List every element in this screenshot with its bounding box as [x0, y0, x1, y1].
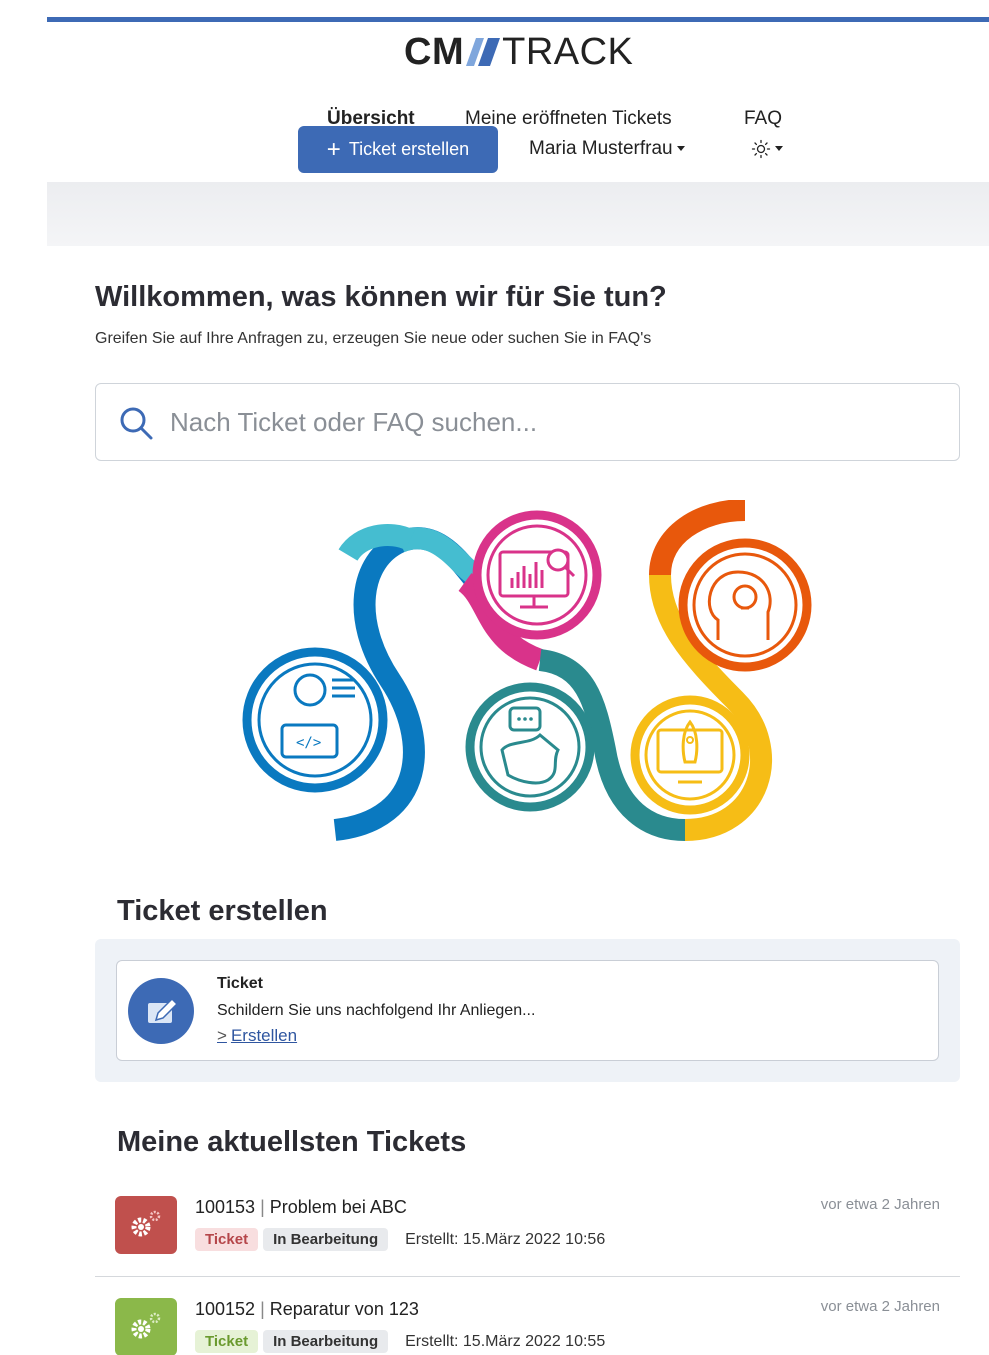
- logo-track: TRACK: [502, 30, 634, 73]
- separator: |: [260, 1197, 265, 1217]
- ticket-meta: Ticket In Bearbeitung Erstellt: 15.März …: [195, 1330, 605, 1353]
- create-card-title: Ticket: [217, 975, 263, 992]
- ticket-id: 100153: [195, 1197, 256, 1217]
- create-ticket-button-label: Ticket erstellen: [348, 139, 470, 159]
- plus-icon: +: [326, 135, 341, 163]
- caret-down-icon: [676, 146, 685, 152]
- user-name: Maria Musterfrau: [529, 138, 673, 159]
- search-input[interactable]: [170, 402, 930, 442]
- logo-slash-icon: [466, 38, 501, 66]
- ticket-title[interactable]: 100152 | Reparatur von 123: [195, 1299, 419, 1320]
- welcome-subtitle: Greifen Sie auf Ihre Anfragen zu, erzeug…: [95, 330, 652, 347]
- ticket-subject: Problem bei ABC: [269, 1197, 407, 1217]
- ticket-created: Erstellt: 15.März 2022 10:56: [405, 1230, 606, 1248]
- create-ticket-link[interactable]: > Erstellen: [217, 1026, 297, 1046]
- create-ticket-button[interactable]: + Ticket erstellen: [298, 126, 498, 173]
- main-nav: Übersicht Meine eröffneten Tickets FAQ: [47, 108, 989, 132]
- ticket-status-badge: In Bearbeitung: [263, 1330, 389, 1353]
- ticket-subject: Reparatur von 123: [269, 1299, 419, 1319]
- ticket-status-badge: In Bearbeitung: [263, 1228, 389, 1251]
- user-menu[interactable]: Maria Musterfrau: [529, 138, 685, 160]
- create-ticket-link-label: Erstellen: [230, 1026, 298, 1045]
- gear-icon: [115, 1298, 177, 1355]
- logo-cm: CM: [404, 30, 465, 73]
- support-illustration: </>: [242, 500, 812, 841]
- ticket-title[interactable]: 100153 | Problem bei ABC: [195, 1197, 407, 1218]
- chevron-right-icon: >: [217, 1026, 227, 1045]
- edit-icon: [128, 978, 194, 1044]
- header-backdrop: [47, 182, 989, 246]
- ticket-id: 100152: [195, 1299, 256, 1319]
- separator: |: [260, 1299, 265, 1319]
- caret-down-icon: [775, 146, 783, 152]
- ticket-divider: [95, 1276, 960, 1277]
- ticket-created: Erstellt: 15.März 2022 10:55: [405, 1332, 606, 1350]
- ticket-type-badge: Ticket: [195, 1228, 259, 1251]
- ticket-row[interactable]: 100152 | Reparatur von 123 vor etwa 2 Jahr…: [95, 1298, 960, 1355]
- app-logo[interactable]: CM TRACK: [404, 30, 634, 73]
- create-section-title: Ticket erstellen: [117, 895, 328, 927]
- ticket-age: vor etwa 2 Jahren: [820, 1298, 940, 1315]
- ticket-age: vor etwa 2 Jahren: [820, 1196, 940, 1213]
- tickets-section-title: Meine aktuellsten Tickets: [117, 1126, 467, 1158]
- nav-item-faq[interactable]: FAQ: [744, 108, 782, 130]
- gear-icon: [115, 1196, 177, 1254]
- welcome-title: Willkommen, was können wir für Sie tun?: [95, 281, 667, 313]
- search-box[interactable]: [95, 383, 960, 461]
- theme-menu[interactable]: [751, 138, 783, 160]
- ticket-type-badge: Ticket: [195, 1330, 259, 1353]
- sun-icon: [751, 139, 771, 159]
- svg-text:</>: </>: [296, 735, 321, 751]
- search-icon: [120, 407, 153, 440]
- ticket-row[interactable]: 100153 | Problem bei ABC vor etwa 2 Jahren…: [95, 1196, 960, 1296]
- create-card-description: Schildern Sie uns nachfolgend Ihr Anlieg…: [217, 1002, 536, 1019]
- ticket-meta: Ticket In Bearbeitung Erstellt: 15.März …: [195, 1228, 605, 1251]
